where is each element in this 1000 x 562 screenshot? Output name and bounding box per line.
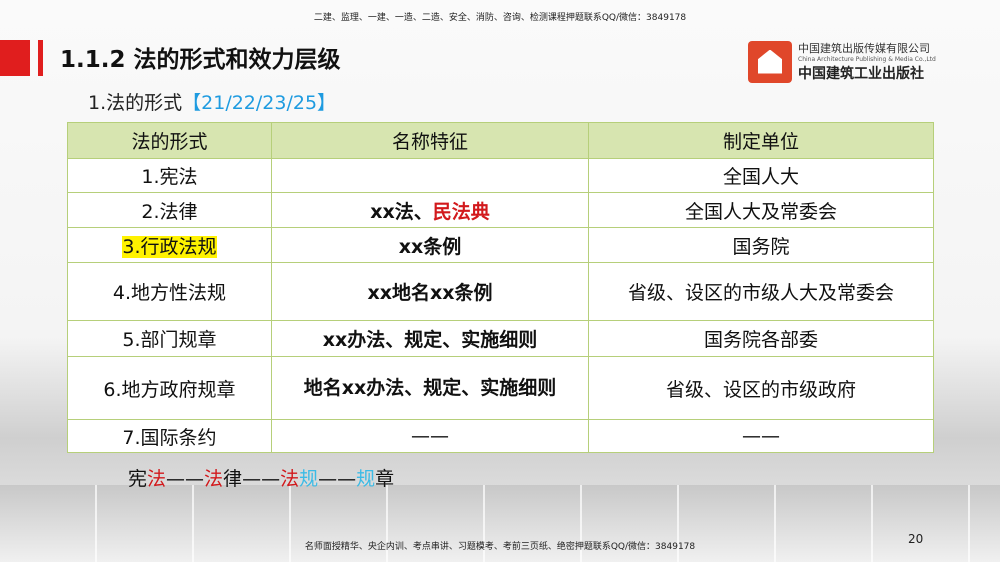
maker-cell: —— — [588, 419, 934, 453]
chain-dash: —— — [318, 468, 357, 490]
subtitle: 1.法的形式【21/22/23/25】 — [88, 88, 336, 115]
chain-char: 章 — [375, 468, 395, 490]
logo-cn: 中国建筑出版传媒有限公司 — [798, 42, 930, 55]
law-forms-table: 法的形式 名称特征 制定单位 1.宪法 全国人大 2.法律 xx法、民法典 全国人大及常委… — [67, 122, 934, 453]
feature-cell: 地名xx办法、规定、实施细则 — [271, 356, 589, 420]
footer-notice: 名师面授精华、央企内训、考点串讲、习题模考、考前三页纸、绝密押题联系QQ/微信：… — [304, 542, 696, 552]
chain-char: 宪 — [128, 468, 148, 490]
chain-char: 规 — [299, 468, 319, 490]
subtitle-years: 【21/22/23/25】 — [182, 92, 337, 114]
form-cell: 6.地方政府规章 — [67, 356, 272, 420]
feature-highlight: 民法典 — [432, 200, 490, 223]
feature-cell: xx法、民法典 — [271, 192, 589, 228]
header-notice: 二建、监理、一建、一造、二造、安全、消防、咨询、检测课程押题联系QQ/微信：38… — [313, 13, 687, 23]
table-row: 1.宪法 全国人大 — [67, 158, 934, 193]
feature-cell: xx办法、规定、实施细则 — [271, 320, 589, 357]
maker-cell: 全国人大及常委会 — [588, 192, 934, 228]
publisher-logo-icon — [748, 40, 792, 83]
form-cell: 2.法律 — [67, 192, 272, 228]
title-accent-bar — [0, 40, 30, 76]
chain-dash: —— — [166, 468, 205, 490]
feature-cell: —— — [271, 419, 589, 453]
feature-cell: xx地名xx条例 — [271, 262, 589, 321]
form-cell: 3.行政法规 — [67, 227, 272, 263]
form-cell: 5.部门规章 — [67, 320, 272, 357]
chain-char: 律 — [223, 468, 243, 490]
table-header-row: 法的形式 名称特征 制定单位 — [67, 122, 934, 159]
feature-cell — [271, 158, 589, 193]
highlighted-form: 3.行政法规 — [122, 235, 217, 258]
form-cell: 1.宪法 — [67, 158, 272, 193]
table-row: 4.地方性法规 xx地名xx条例 省级、设区的市级人大及常委会 — [67, 262, 934, 321]
chain-dash: —— — [242, 468, 281, 490]
publisher-logo: 中国建筑出版传媒有限公司 China Architecture Publishin… — [748, 40, 936, 83]
form-cell: 7.国际条约 — [67, 419, 272, 453]
table-row: 6.地方政府规章 地名xx办法、规定、实施细则 省级、设区的市级政府 — [67, 356, 934, 420]
maker-cell: 省级、设区的市级人大及常委会 — [588, 262, 934, 321]
title-accent-bar-thin — [38, 40, 43, 76]
logo-brand: 中国建筑工业出版社 — [798, 66, 924, 82]
feature-cell: xx条例 — [271, 227, 589, 263]
maker-cell: 国务院 — [588, 227, 934, 263]
maker-cell: 省级、设区的市级政府 — [588, 356, 934, 420]
hierarchy-chain: 宪法——法律——法规——规章 — [128, 464, 394, 491]
chain-char: 法 — [280, 468, 300, 490]
form-cell: 4.地方性法规 — [67, 262, 272, 321]
logo-en: China Architecture Publishing & Media Co… — [798, 56, 936, 63]
header-cell: 法的形式 — [67, 122, 272, 159]
header-cell: 制定单位 — [588, 122, 934, 159]
table-row: 3.行政法规 xx条例 国务院 — [67, 227, 934, 263]
header-cell: 名称特征 — [271, 122, 589, 159]
table-row: 7.国际条约 —— —— — [67, 419, 934, 453]
page-number: 20 — [908, 532, 924, 546]
table-row: 5.部门规章 xx办法、规定、实施细则 国务院各部委 — [67, 320, 934, 357]
maker-cell: 国务院各部委 — [588, 320, 934, 357]
feature-text: xx法、 — [370, 200, 433, 223]
slide: 二建、监理、一建、一造、二造、安全、消防、咨询、检测课程押题联系QQ/微信：38… — [0, 0, 1000, 562]
table-row: 2.法律 xx法、民法典 全国人大及常委会 — [67, 192, 934, 228]
chain-char: 规 — [356, 468, 376, 490]
slide-title: 1.1.2 法的形式和效力层级 — [60, 47, 341, 73]
chain-char: 法 — [204, 468, 224, 490]
chain-char: 法 — [147, 468, 167, 490]
maker-cell: 全国人大 — [588, 158, 934, 193]
subtitle-text: 1.法的形式 — [88, 92, 183, 114]
